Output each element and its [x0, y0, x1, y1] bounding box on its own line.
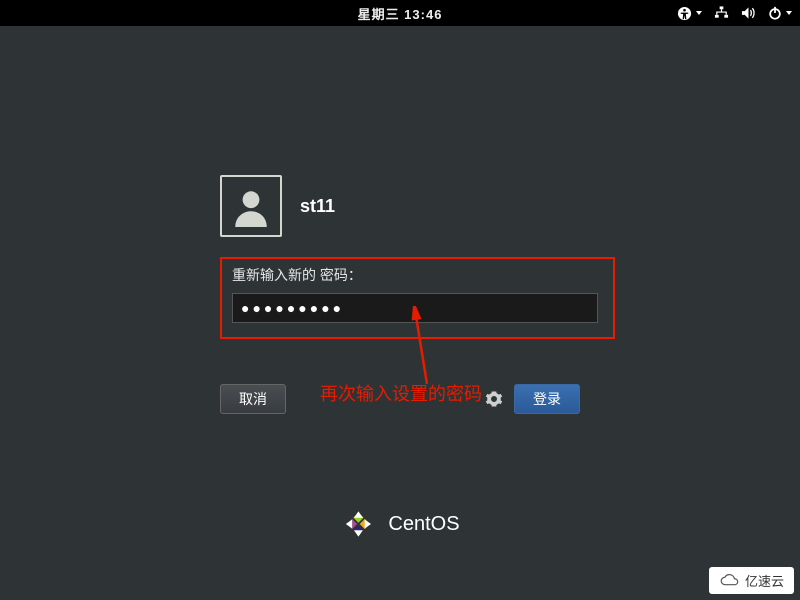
user-row: st11 — [220, 175, 620, 237]
topbar-right-icons — [677, 6, 792, 21]
cloud-icon — [719, 574, 741, 588]
username-label: st11 — [300, 196, 335, 217]
network-icon[interactable] — [714, 6, 729, 20]
clock[interactable]: 星期三 13:46 — [358, 4, 443, 23]
distro-logo: CentOS — [340, 506, 459, 542]
password-annotation-box: 重新输入新的 密码： — [220, 257, 615, 339]
login-panel: st11 重新输入新的 密码： — [220, 175, 620, 339]
volume-icon[interactable] — [741, 6, 756, 20]
watermark: 亿速云 — [709, 567, 794, 594]
session-settings-button[interactable] — [484, 389, 504, 409]
password-input[interactable] — [232, 293, 598, 323]
watermark-text: 亿速云 — [745, 571, 784, 590]
login-button[interactable]: 登录 — [514, 384, 580, 414]
gear-icon — [485, 390, 503, 408]
distro-name: CentOS — [388, 513, 459, 536]
user-icon — [230, 185, 272, 227]
buttons-row: 取消 登录 — [220, 384, 580, 414]
avatar — [220, 175, 282, 237]
power-icon[interactable] — [768, 6, 792, 20]
centos-icon — [340, 506, 376, 542]
password-label: 重新输入新的 密码： — [232, 265, 603, 285]
top-bar: 星期三 13:46 — [0, 0, 800, 26]
cancel-button[interactable]: 取消 — [220, 384, 286, 414]
accessibility-icon[interactable] — [677, 6, 702, 21]
